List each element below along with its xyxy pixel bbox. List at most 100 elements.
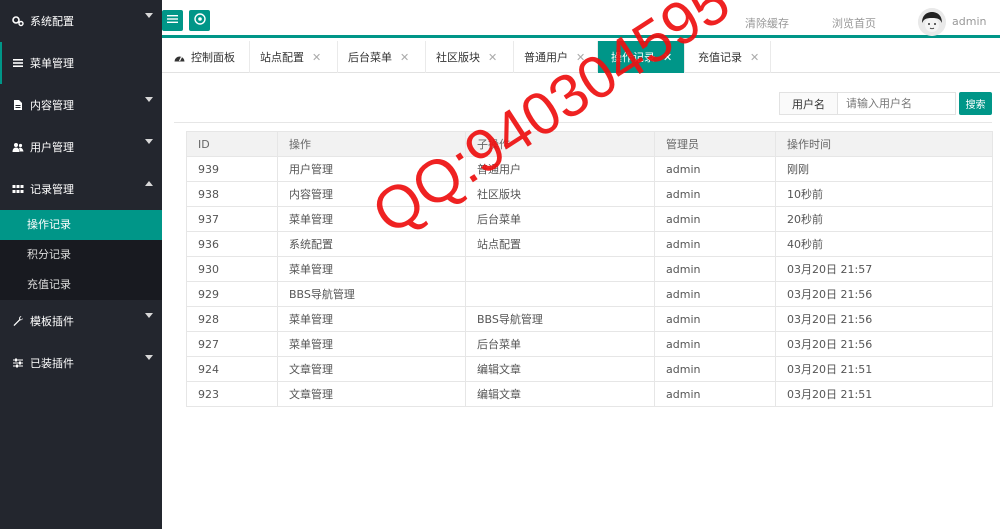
tab-backend-menu[interactable]: 后台菜单 ✕ <box>338 41 426 73</box>
close-icon[interactable]: ✕ <box>400 51 409 64</box>
tab-normal-users[interactable]: 普通用户 ✕ <box>514 41 598 73</box>
search-button[interactable]: 搜索 <box>959 92 992 115</box>
cell-operation: 用户管理 <box>277 156 466 182</box>
chevron-up-icon <box>145 181 153 186</box>
sidebar: 系统配置 菜单管理 内容管理 用户管理 记录管理 操作记录 积分记录 充值记录 … <box>0 0 162 529</box>
avatar[interactable] <box>918 8 946 36</box>
page-tabs: 控制面板 站点配置 ✕ 后台菜单 ✕ 社区版块 ✕ 普通用户 ✕ 操作记录 ✕ 充值记录 ✕ <box>162 41 1000 73</box>
table-header-row: ID 操作 子操作 管理员 操作时间 <box>186 131 993 157</box>
cell-id: 928 <box>186 306 278 332</box>
tab-site-config[interactable]: 站点配置 ✕ <box>250 41 338 73</box>
column-header-operation: 操作 <box>277 131 466 157</box>
table-row: 924 文章管理 编辑文章 admin 03月20日 21:51 <box>186 356 993 382</box>
close-icon[interactable]: ✕ <box>663 51 672 64</box>
cell-time: 刚刚 <box>775 156 993 182</box>
menu-icon <box>167 14 178 27</box>
table-row: 928 菜单管理 BBS导航管理 admin 03月20日 21:56 <box>186 306 993 332</box>
cell-sub-operation <box>465 256 655 282</box>
cell-operation: 文章管理 <box>277 381 466 407</box>
tab-community-section[interactable]: 社区版块 ✕ <box>426 41 514 73</box>
refresh-button[interactable] <box>189 10 210 31</box>
grid-icon <box>12 183 24 195</box>
sidebar-subitem-operation-log[interactable]: 操作记录 <box>0 210 162 240</box>
tab-recharge-log[interactable]: 充值记录 ✕ <box>685 41 771 73</box>
sidebar-item-record-manage[interactable]: 记录管理 <box>0 168 162 210</box>
current-user-name[interactable]: admin <box>952 15 986 28</box>
sidebar-item-template-plugins[interactable]: 模板插件 <box>0 300 162 342</box>
divider <box>174 122 992 123</box>
tab-label: 充值记录 <box>698 51 742 64</box>
tab-label: 社区版块 <box>436 51 480 64</box>
table-row: 938 内容管理 社区版块 admin 10秒前 <box>186 181 993 207</box>
cell-operation: 系统配置 <box>277 231 466 257</box>
tab-label: 操作记录 <box>611 51 655 64</box>
sidebar-subnav-records: 操作记录 积分记录 充值记录 <box>0 210 162 300</box>
operation-log-table: ID 操作 子操作 管理员 操作时间 939 用户管理 普通用户 admin 刚刚 938… <box>186 131 993 407</box>
cell-admin: admin <box>654 206 776 232</box>
cell-id: 930 <box>186 256 278 282</box>
cell-operation: 文章管理 <box>277 356 466 382</box>
cell-sub-operation: BBS导航管理 <box>465 306 655 332</box>
cell-sub-operation: 编辑文章 <box>465 356 655 382</box>
cell-sub-operation: 编辑文章 <box>465 381 655 407</box>
column-header-sub-operation: 子操作 <box>465 131 655 157</box>
sidebar-subitem-recharge-log[interactable]: 充值记录 <box>0 270 162 300</box>
chevron-down-icon <box>145 355 153 360</box>
tab-dashboard[interactable]: 控制面板 <box>162 41 250 73</box>
sidebar-item-content-manage[interactable]: 内容管理 <box>0 84 162 126</box>
browse-home-link[interactable]: 浏览首页 <box>832 15 876 31</box>
cell-id: 924 <box>186 356 278 382</box>
clear-cache-link[interactable]: 清除缓存 <box>745 15 789 31</box>
column-header-time: 操作时间 <box>775 131 993 157</box>
tab-label: 普通用户 <box>524 51 568 64</box>
cell-operation: 菜单管理 <box>277 331 466 357</box>
sidebar-item-system-config[interactable]: 系统配置 <box>0 0 162 42</box>
sidebar-item-installed-plugins[interactable]: 已装插件 <box>0 342 162 384</box>
cell-id: 938 <box>186 181 278 207</box>
cell-id: 936 <box>186 231 278 257</box>
cell-time: 10秒前 <box>775 181 993 207</box>
cell-sub-operation: 普通用户 <box>465 156 655 182</box>
table-row: 930 菜单管理 admin 03月20日 21:57 <box>186 256 993 282</box>
dashboard-icon <box>174 53 185 62</box>
sidebar-item-user-manage[interactable]: 用户管理 <box>0 126 162 168</box>
chevron-down-icon <box>145 139 153 144</box>
sidebar-item-label: 用户管理 <box>30 141 74 154</box>
cell-admin: admin <box>654 181 776 207</box>
cell-admin: admin <box>654 306 776 332</box>
cell-sub-operation: 社区版块 <box>465 181 655 207</box>
table-row: 927 菜单管理 后台菜单 admin 03月20日 21:56 <box>186 331 993 357</box>
cell-operation: 菜单管理 <box>277 256 466 282</box>
wrench-icon <box>12 315 24 327</box>
cell-admin: admin <box>654 331 776 357</box>
cell-time: 03月20日 21:57 <box>775 256 993 282</box>
cell-time: 03月20日 21:56 <box>775 281 993 307</box>
column-header-id: ID <box>186 131 278 157</box>
username-search-input[interactable] <box>838 92 956 115</box>
close-icon[interactable]: ✕ <box>488 51 497 64</box>
cell-id: 923 <box>186 381 278 407</box>
cell-sub-operation: 后台菜单 <box>465 206 655 232</box>
close-icon[interactable]: ✕ <box>750 51 759 64</box>
close-icon[interactable]: ✕ <box>312 51 321 64</box>
cell-time: 40秒前 <box>775 231 993 257</box>
tab-operation-log[interactable]: 操作记录 ✕ <box>598 41 685 73</box>
tab-label: 站点配置 <box>260 51 304 64</box>
sidebar-item-label: 记录管理 <box>30 183 74 196</box>
cell-id: 937 <box>186 206 278 232</box>
sidebar-subitem-points-log[interactable]: 积分记录 <box>0 240 162 270</box>
cell-id: 939 <box>186 156 278 182</box>
chevron-down-icon <box>145 13 153 18</box>
sidebar-item-menu-manage[interactable]: 菜单管理 <box>0 42 162 84</box>
table-row: 936 系统配置 站点配置 admin 40秒前 <box>186 231 993 257</box>
tab-label: 控制面板 <box>191 51 235 64</box>
table-row: 923 文章管理 编辑文章 admin 03月20日 21:51 <box>186 381 993 407</box>
cell-admin: admin <box>654 231 776 257</box>
sidebar-item-label: 系统配置 <box>30 15 74 28</box>
cell-time: 03月20日 21:56 <box>775 331 993 357</box>
top-header: 清除缓存 浏览首页 admin <box>162 0 1000 38</box>
sliders-icon <box>12 357 24 369</box>
close-icon[interactable]: ✕ <box>576 51 585 64</box>
toggle-sidebar-button[interactable] <box>162 10 183 31</box>
table-row: 939 用户管理 普通用户 admin 刚刚 <box>186 156 993 182</box>
